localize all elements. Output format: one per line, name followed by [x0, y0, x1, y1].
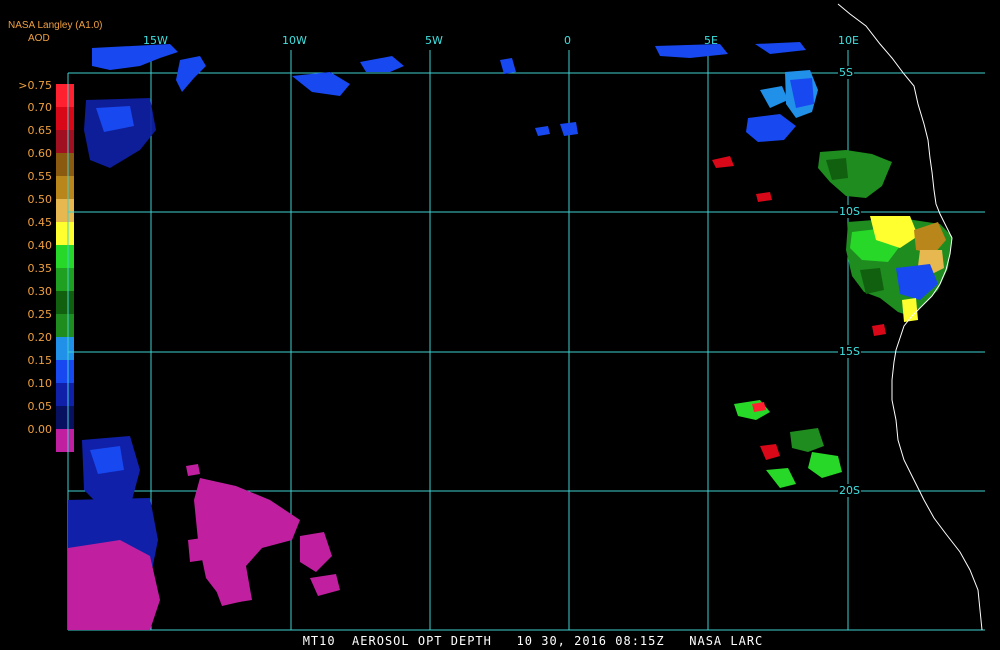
- latitude-label: 5S: [838, 66, 854, 79]
- aerosol-mid-coast-north: [818, 150, 892, 198]
- longitude-label: 5W: [425, 34, 443, 47]
- latitude-label: 15S: [838, 345, 861, 358]
- aerosol-low-east: [746, 70, 818, 142]
- longitude-label: 15W: [143, 34, 168, 47]
- longitude-label: 0: [564, 34, 571, 47]
- latitude-label: 10S: [838, 205, 861, 218]
- map-canvas: [67, 3, 985, 631]
- aerosol-low-north: [84, 42, 806, 168]
- longitude-label: 10E: [838, 34, 859, 47]
- map-caption: MT10 AEROSOL OPT DEPTH 10 30, 2016 08:15…: [302, 634, 764, 648]
- longitude-label: 10W: [282, 34, 307, 47]
- latitude-label: 20S: [838, 484, 861, 497]
- aerosol-high-plume: [846, 216, 952, 322]
- satellite-map: NASA Langley (A1.0) AOD >0.75 0.70 0.65 …: [0, 0, 1000, 650]
- longitude-label: 5E: [704, 34, 718, 47]
